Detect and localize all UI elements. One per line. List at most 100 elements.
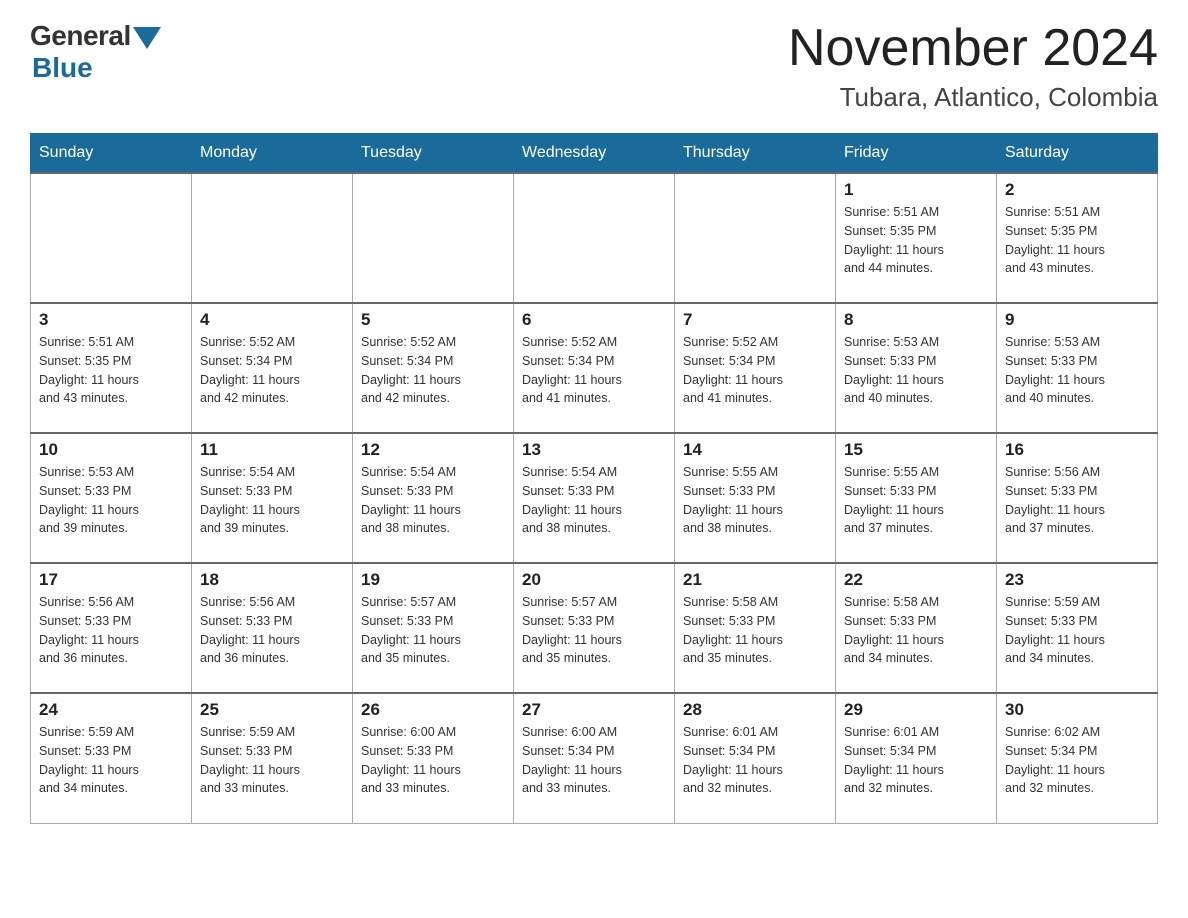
- day-number: 10: [39, 440, 183, 460]
- day-info: Sunrise: 5:51 AMSunset: 5:35 PMDaylight:…: [1005, 203, 1149, 278]
- calendar-cell: 12Sunrise: 5:54 AMSunset: 5:33 PMDayligh…: [353, 433, 514, 563]
- calendar-table: SundayMondayTuesdayWednesdayThursdayFrid…: [30, 133, 1158, 824]
- day-number: 15: [844, 440, 988, 460]
- logo-general-text: General: [30, 20, 131, 52]
- calendar-cell: 23 Sunrise: 5:59 AMSunset: 5:33 PMDayligh…: [997, 563, 1158, 693]
- day-info: Sunrise: 5:53 AMSunset: 5:33 PMDaylight:…: [844, 333, 988, 408]
- day-info: Sunrise: 5:52 AMSunset: 5:34 PMDaylight:…: [522, 333, 666, 408]
- day-info: Sunrise: 5:57 AMSunset: 5:33 PMDaylight:…: [522, 593, 666, 668]
- day-info: Sunrise: 6:01 AMSunset: 5:34 PMDaylight:…: [683, 723, 827, 798]
- day-info: Sunrise: 5:54 AMSunset: 5:33 PMDaylight:…: [200, 463, 344, 538]
- day-info: Sunrise: 5:58 AMSunset: 5:33 PMDaylight:…: [844, 593, 988, 668]
- calendar-cell: 19 Sunrise: 5:57 AMSunset: 5:33 PMDayligh…: [353, 563, 514, 693]
- day-number: 2: [1005, 180, 1149, 200]
- day-info: Sunrise: 5:52 AMSunset: 5:34 PMDaylight:…: [683, 333, 827, 408]
- calendar-cell: 10Sunrise: 5:53 AMSunset: 5:33 PMDayligh…: [31, 433, 192, 563]
- day-info: Sunrise: 5:52 AMSunset: 5:34 PMDaylight:…: [200, 333, 344, 408]
- day-number: 4: [200, 310, 344, 330]
- calendar-cell: 21 Sunrise: 5:58 AMSunset: 5:33 PMDayligh…: [675, 563, 836, 693]
- day-of-week-header: Friday: [836, 134, 997, 174]
- day-info: Sunrise: 6:01 AMSunset: 5:34 PMDaylight:…: [844, 723, 988, 798]
- logo: General Blue: [30, 20, 161, 84]
- day-info: Sunrise: 6:02 AMSunset: 5:34 PMDaylight:…: [1005, 723, 1149, 798]
- day-info: Sunrise: 5:54 AMSunset: 5:33 PMDaylight:…: [522, 463, 666, 538]
- day-number: 1: [844, 180, 988, 200]
- day-number: 17: [39, 570, 183, 590]
- calendar-cell: 18Sunrise: 5:56 AMSunset: 5:33 PMDayligh…: [192, 563, 353, 693]
- calendar-week-row: 1 Sunrise: 5:51 AMSunset: 5:35 PMDaylight…: [31, 173, 1158, 303]
- title-section: November 2024 Tubara, Atlantico, Colombi…: [788, 20, 1158, 113]
- day-info: Sunrise: 6:00 AMSunset: 5:33 PMDaylight:…: [361, 723, 505, 798]
- day-info: Sunrise: 5:56 AMSunset: 5:33 PMDaylight:…: [39, 593, 183, 668]
- day-info: Sunrise: 5:56 AMSunset: 5:33 PMDaylight:…: [1005, 463, 1149, 538]
- day-of-week-header: Monday: [192, 134, 353, 174]
- day-of-week-header: Thursday: [675, 134, 836, 174]
- calendar-cell: [675, 173, 836, 303]
- calendar-cell: [192, 173, 353, 303]
- day-info: Sunrise: 5:55 AMSunset: 5:33 PMDaylight:…: [683, 463, 827, 538]
- day-number: 11: [200, 440, 344, 460]
- day-number: 29: [844, 700, 988, 720]
- day-number: 14: [683, 440, 827, 460]
- calendar-cell: 25 Sunrise: 5:59 AMSunset: 5:33 PMDayligh…: [192, 693, 353, 823]
- calendar-cell: 17 Sunrise: 5:56 AMSunset: 5:33 PMDayligh…: [31, 563, 192, 693]
- calendar-cell: 24Sunrise: 5:59 AMSunset: 5:33 PMDayligh…: [31, 693, 192, 823]
- calendar-week-row: 24Sunrise: 5:59 AMSunset: 5:33 PMDayligh…: [31, 693, 1158, 823]
- day-number: 21: [683, 570, 827, 590]
- day-info: Sunrise: 5:59 AMSunset: 5:33 PMDaylight:…: [1005, 593, 1149, 668]
- calendar-cell: 2 Sunrise: 5:51 AMSunset: 5:35 PMDaylight…: [997, 173, 1158, 303]
- calendar-cell: 11 Sunrise: 5:54 AMSunset: 5:33 PMDayligh…: [192, 433, 353, 563]
- day-number: 19: [361, 570, 505, 590]
- day-info: Sunrise: 5:58 AMSunset: 5:33 PMDaylight:…: [683, 593, 827, 668]
- calendar-cell: 15 Sunrise: 5:55 AMSunset: 5:33 PMDayligh…: [836, 433, 997, 563]
- calendar-header-row: SundayMondayTuesdayWednesdayThursdayFrid…: [31, 134, 1158, 174]
- calendar-cell: 3 Sunrise: 5:51 AMSunset: 5:35 PMDaylight…: [31, 303, 192, 433]
- calendar-cell: 20 Sunrise: 5:57 AMSunset: 5:33 PMDayligh…: [514, 563, 675, 693]
- calendar-cell: 6 Sunrise: 5:52 AMSunset: 5:34 PMDaylight…: [514, 303, 675, 433]
- day-number: 12: [361, 440, 505, 460]
- calendar-cell: 29 Sunrise: 6:01 AMSunset: 5:34 PMDayligh…: [836, 693, 997, 823]
- day-number: 13: [522, 440, 666, 460]
- calendar-cell: 1Sunrise: 5:51 AMSunset: 5:35 PMDaylight…: [836, 173, 997, 303]
- day-info: Sunrise: 5:51 AMSunset: 5:35 PMDaylight:…: [39, 333, 183, 408]
- day-info: Sunrise: 5:52 AMSunset: 5:34 PMDaylight:…: [361, 333, 505, 408]
- calendar-cell: 5 Sunrise: 5:52 AMSunset: 5:34 PMDaylight…: [353, 303, 514, 433]
- calendar-cell: 16 Sunrise: 5:56 AMSunset: 5:33 PMDayligh…: [997, 433, 1158, 563]
- calendar-cell: 27 Sunrise: 6:00 AMSunset: 5:34 PMDayligh…: [514, 693, 675, 823]
- day-number: 22: [844, 570, 988, 590]
- day-number: 9: [1005, 310, 1149, 330]
- calendar-week-row: 3 Sunrise: 5:51 AMSunset: 5:35 PMDaylight…: [31, 303, 1158, 433]
- day-number: 23: [1005, 570, 1149, 590]
- day-number: 5: [361, 310, 505, 330]
- day-number: 25: [200, 700, 344, 720]
- day-number: 8: [844, 310, 988, 330]
- day-info: Sunrise: 5:57 AMSunset: 5:33 PMDaylight:…: [361, 593, 505, 668]
- day-number: 16: [1005, 440, 1149, 460]
- calendar-cell: 14 Sunrise: 5:55 AMSunset: 5:33 PMDayligh…: [675, 433, 836, 563]
- day-number: 3: [39, 310, 183, 330]
- calendar-cell: 28 Sunrise: 6:01 AMSunset: 5:34 PMDayligh…: [675, 693, 836, 823]
- day-of-week-header: Sunday: [31, 134, 192, 174]
- day-info: Sunrise: 5:55 AMSunset: 5:33 PMDaylight:…: [844, 463, 988, 538]
- calendar-cell: 9 Sunrise: 5:53 AMSunset: 5:33 PMDaylight…: [997, 303, 1158, 433]
- day-number: 28: [683, 700, 827, 720]
- calendar-cell: 30 Sunrise: 6:02 AMSunset: 5:34 PMDayligh…: [997, 693, 1158, 823]
- month-title: November 2024: [788, 20, 1158, 77]
- day-number: 6: [522, 310, 666, 330]
- day-number: 30: [1005, 700, 1149, 720]
- calendar-cell: [31, 173, 192, 303]
- calendar-week-row: 10Sunrise: 5:53 AMSunset: 5:33 PMDayligh…: [31, 433, 1158, 563]
- day-info: Sunrise: 6:00 AMSunset: 5:34 PMDaylight:…: [522, 723, 666, 798]
- day-number: 20: [522, 570, 666, 590]
- day-of-week-header: Tuesday: [353, 134, 514, 174]
- calendar-week-row: 17 Sunrise: 5:56 AMSunset: 5:33 PMDayligh…: [31, 563, 1158, 693]
- day-number: 18: [200, 570, 344, 590]
- day-info: Sunrise: 5:53 AMSunset: 5:33 PMDaylight:…: [1005, 333, 1149, 408]
- day-info: Sunrise: 5:59 AMSunset: 5:33 PMDaylight:…: [200, 723, 344, 798]
- day-number: 27: [522, 700, 666, 720]
- day-number: 7: [683, 310, 827, 330]
- calendar-cell: [514, 173, 675, 303]
- logo-triangle-icon: [133, 27, 161, 49]
- calendar-cell: 26Sunrise: 6:00 AMSunset: 5:33 PMDayligh…: [353, 693, 514, 823]
- calendar-cell: 8 Sunrise: 5:53 AMSunset: 5:33 PMDaylight…: [836, 303, 997, 433]
